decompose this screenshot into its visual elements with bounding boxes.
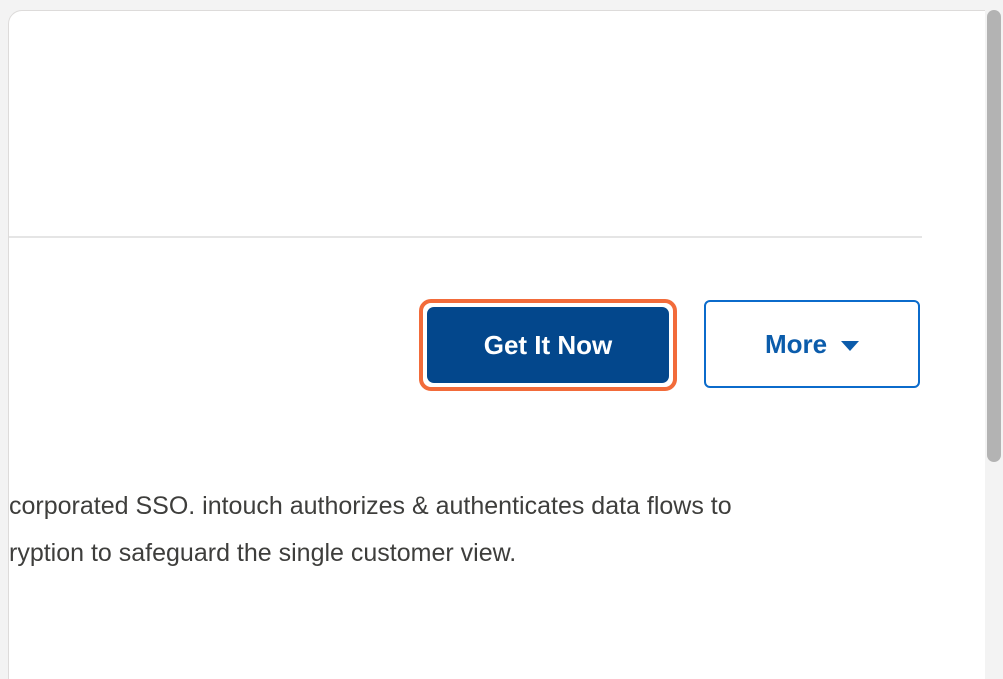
- page-viewport: Get It Now More corporated SSO. intouch …: [0, 0, 1003, 679]
- more-dropdown-button[interactable]: More: [704, 300, 920, 388]
- get-it-now-label: Get It Now: [427, 307, 669, 383]
- listing-description: corporated SSO. intouch authorizes & aut…: [9, 483, 969, 577]
- get-it-now-button[interactable]: Get It Now: [419, 299, 677, 391]
- description-line-2: ryption to safeguard the single customer…: [9, 539, 517, 567]
- description-line-1: corporated SSO. intouch authorizes & aut…: [9, 492, 732, 520]
- scrollbar-thumb[interactable]: [987, 10, 1001, 462]
- vertical-scrollbar[interactable]: [985, 0, 1003, 679]
- section-divider: [9, 236, 922, 238]
- caret-down-icon: [841, 340, 860, 351]
- listing-card: Get It Now More corporated SSO. intouch …: [8, 10, 1003, 679]
- more-label: More: [764, 328, 828, 359]
